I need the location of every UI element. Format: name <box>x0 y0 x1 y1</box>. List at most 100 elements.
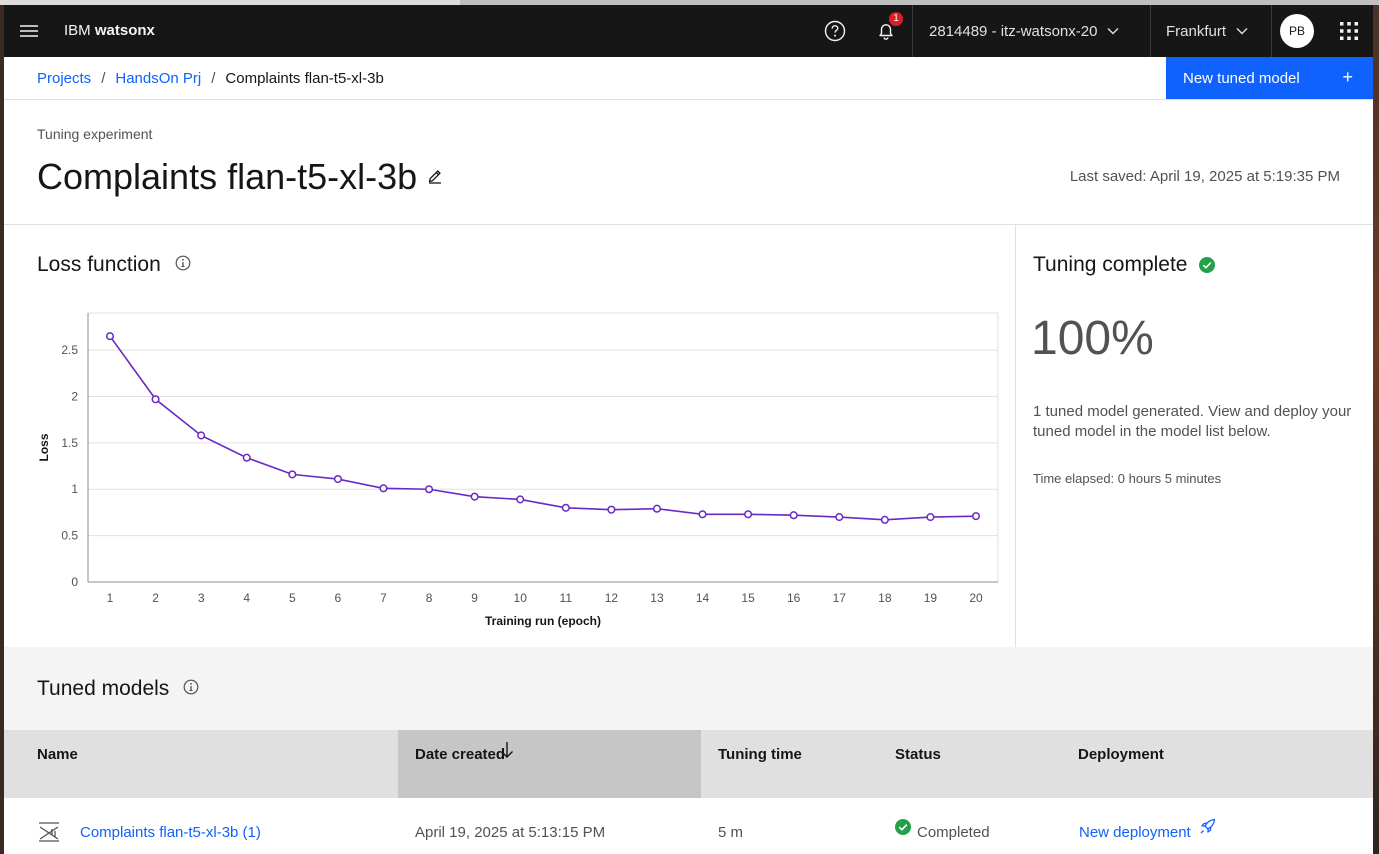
chevron-down-icon <box>1107 27 1119 35</box>
x-tick-label: 1 <box>107 591 114 605</box>
column-header-status[interactable]: Status <box>895 730 941 798</box>
x-tick-label: 2 <box>152 591 159 605</box>
loss-data-point <box>835 513 844 522</box>
time-elapsed: Time elapsed: 0 hours 5 minutes <box>1033 471 1222 486</box>
region-label: Frankfurt <box>1166 22 1227 40</box>
breadcrumb-current: Complaints flan-t5-xl-3b <box>225 69 384 87</box>
column-header-name[interactable]: Name <box>37 730 78 798</box>
x-tick-label: 17 <box>833 591 847 605</box>
info-icon[interactable] <box>175 253 191 277</box>
tuning-progress-percent: 100% <box>1031 312 1154 365</box>
x-tick-label: 18 <box>878 591 892 605</box>
loss-data-point <box>470 492 479 501</box>
loss-data-point <box>288 470 297 479</box>
new-tuned-model-button[interactable]: New tuned model + <box>1166 57 1373 99</box>
loss-function-heading: Loss function <box>37 253 191 277</box>
menu-icon[interactable] <box>4 5 54 57</box>
loss-data-point <box>516 495 525 504</box>
breadcrumb-project-link[interactable]: HandsOn Prj <box>115 70 201 87</box>
new-deployment-label: New deployment <box>1079 824 1191 841</box>
x-tick-label: 11 <box>560 591 573 605</box>
loss-data-point <box>105 332 115 341</box>
desktop-background-edge <box>1373 5 1379 854</box>
rocket-icon <box>1199 796 1216 854</box>
column-header-date-created[interactable]: Date created <box>398 730 701 798</box>
section-divider <box>4 224 1373 225</box>
region-switcher[interactable]: Frankfurt <box>1166 5 1248 57</box>
x-tick-label: 6 <box>335 591 342 605</box>
tuned-model-icon <box>37 820 61 849</box>
tuning-complete-heading: Tuning complete <box>1033 253 1216 277</box>
x-tick-label: 10 <box>514 591 528 605</box>
loss-chart-svg: 00.511.522.51 2 3 4 5 6 7 8 9 10 11 12 13 14 15 16 17 18 1… <box>37 312 999 628</box>
x-tick-label: 13 <box>650 591 664 605</box>
x-tick-label: 16 <box>787 591 801 605</box>
y-tick-label: 1.5 <box>61 436 78 450</box>
loss-function-title: Loss function <box>37 253 161 276</box>
y-tick-label: 2 <box>71 389 78 403</box>
loss-data-point <box>151 395 160 404</box>
x-tick-label: 20 <box>969 591 983 605</box>
status-cell: Completed <box>895 798 990 854</box>
x-tick-label: 19 <box>924 591 938 605</box>
table-header: Name Date created Tuning time Status Dep… <box>4 730 1373 798</box>
loss-data-point <box>333 474 342 484</box>
loss-data-point <box>242 453 251 462</box>
tuning-status-message: 1 tuned model generated. View and deploy… <box>1033 403 1352 440</box>
tuned-models-title: Tuned models <box>37 677 170 700</box>
status-success-icon <box>895 796 911 854</box>
page-kicker: Tuning experiment <box>37 126 153 142</box>
loss-data-point <box>425 485 434 494</box>
tuned-models-section: Tuned models Name Date created Tuning ti… <box>4 647 1373 854</box>
tuned-model-link[interactable]: Complaints flan-t5-xl-3b (1) <box>80 824 261 841</box>
date-created-cell: April 19, 2025 at 5:13:15 PM <box>415 824 606 841</box>
x-tick-label: 14 <box>696 591 710 605</box>
new-deployment-link[interactable]: New deployment <box>1079 818 1216 841</box>
app-switcher-icon[interactable] <box>1324 5 1373 57</box>
tuned-model-name[interactable]: Complaints flan-t5-xl-3b (1) <box>80 798 261 854</box>
header-separator <box>1271 5 1272 57</box>
help-icon[interactable] <box>810 5 860 57</box>
product-name[interactable]: IBM watsonx <box>64 5 155 57</box>
info-icon[interactable] <box>183 677 199 701</box>
notification-count-badge: 1 <box>889 12 903 26</box>
tuning-complete-title: Tuning complete <box>1033 253 1188 276</box>
tuned-models-heading: Tuned models <box>37 677 199 701</box>
x-tick-label: 5 <box>289 591 296 605</box>
loss-data-point <box>789 511 798 520</box>
breadcrumb-projects-link[interactable]: Projects <box>37 70 91 87</box>
loss-data-point <box>880 515 889 524</box>
loss-data-point <box>652 504 661 513</box>
column-header-deployment[interactable]: Deployment <box>1078 730 1164 798</box>
table-row[interactable]: Complaints flan-t5-xl-3b (1) April 19, 2… <box>4 798 1373 854</box>
brand-prefix: IBM <box>64 22 91 39</box>
top-header: IBM watsonx 1 2814489 - itz-watsonx-20 F… <box>4 5 1373 57</box>
status-label: Completed <box>917 824 990 841</box>
y-tick-label: 0 <box>71 575 78 589</box>
x-tick-label: 3 <box>198 591 205 605</box>
x-axis-title: Training run (epoch) <box>485 614 601 628</box>
loss-data-point <box>197 431 206 440</box>
chevron-down-icon <box>1236 27 1248 35</box>
notifications-icon[interactable]: 1 <box>861 5 911 57</box>
y-tick-label: 2.5 <box>61 343 78 357</box>
brand-name: watsonx <box>94 22 155 39</box>
account-switcher[interactable]: 2814489 - itz-watsonx-20 <box>929 5 1119 57</box>
header-separator <box>1150 5 1151 57</box>
user-avatar[interactable]: PB <box>1280 14 1314 48</box>
loss-data-point <box>971 512 981 521</box>
tuning-time-cell: 5 m <box>718 824 744 841</box>
last-saved-timestamp: Last saved: April 19, 2025 at 5:19:35 PM <box>1069 168 1340 185</box>
breadcrumb-separator: / <box>101 69 106 87</box>
page-title: Complaints flan-t5-xl-3b <box>37 156 418 197</box>
x-tick-label: 15 <box>741 591 755 605</box>
loss-data-point <box>698 510 707 519</box>
loss-data-point <box>607 505 616 514</box>
edit-icon[interactable] <box>427 168 443 189</box>
account-label: 2814489 - itz-watsonx-20 <box>929 22 1098 40</box>
checkmark-icon <box>1199 257 1216 273</box>
breadcrumb-separator: / <box>211 69 216 87</box>
watsonx-app-window: IBM watsonx 1 2814489 - itz-watsonx-20 F… <box>4 5 1373 854</box>
column-header-tuning-time[interactable]: Tuning time <box>718 730 802 798</box>
new-tuned-model-label: New tuned model <box>1183 69 1300 87</box>
